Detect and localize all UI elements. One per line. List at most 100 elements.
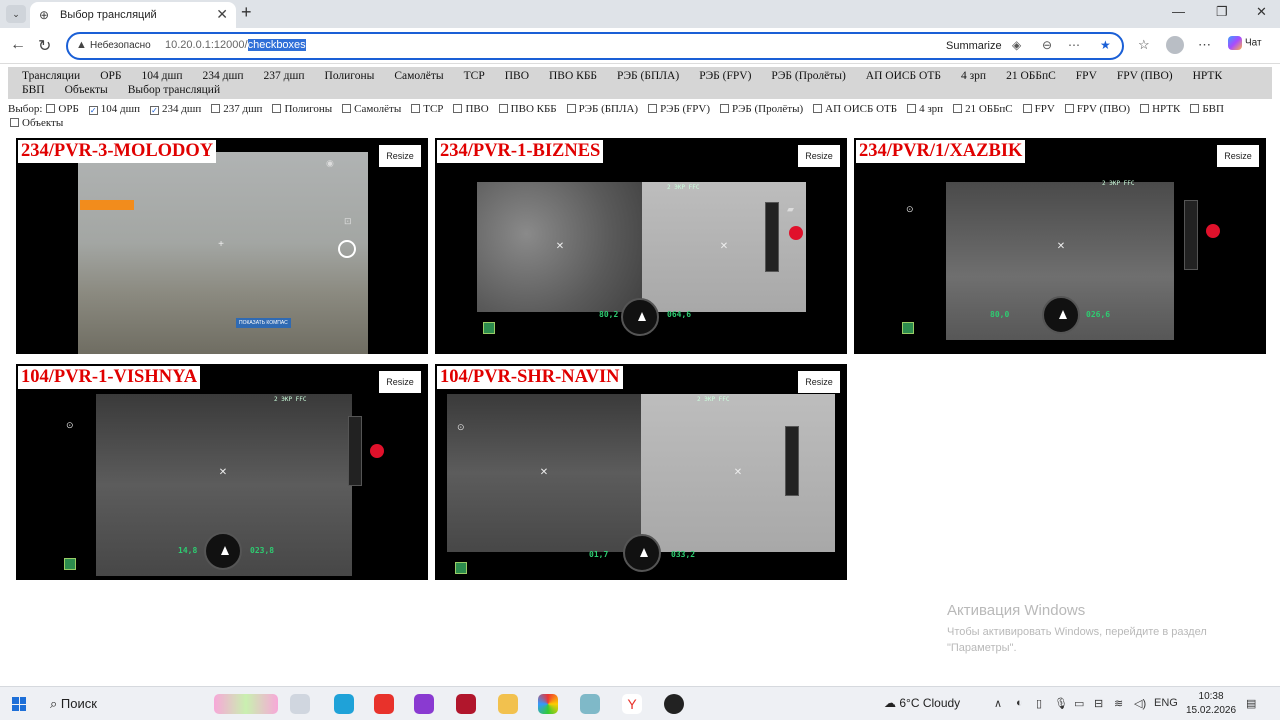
notifications-icon[interactable]: ▤	[1246, 697, 1256, 710]
filter-option[interactable]: Объекты	[8, 116, 63, 130]
checkbox-unchecked[interactable]	[211, 104, 221, 113]
nav-link[interactable]: ОРБ	[100, 69, 121, 83]
nav-link[interactable]: Трансляции	[22, 69, 80, 83]
file-explorer-icon[interactable]	[498, 694, 518, 714]
checkbox-unchecked[interactable]	[411, 104, 421, 113]
language-indicator[interactable]: ENG	[1154, 697, 1178, 709]
checkbox-unchecked[interactable]	[648, 104, 658, 113]
nav-link[interactable]: FPV	[1076, 69, 1097, 83]
stream-tile[interactable]: ПОКАЗАТЬ КОМПАС ◉ ⊡ + 234/PVR-3-MOLODOY …	[16, 138, 428, 354]
volume-icon[interactable]: ◁)	[1134, 697, 1146, 710]
nav-link[interactable]: РЭБ (Пролёты)	[771, 69, 845, 83]
filter-option[interactable]: ПВО КББ	[497, 102, 557, 116]
filter-option[interactable]: ОРБ	[44, 102, 79, 116]
checkbox-unchecked[interactable]	[272, 104, 282, 113]
nav-link[interactable]: 104 дшп	[142, 69, 183, 83]
filter-option[interactable]: АП ОИСБ ОТБ	[811, 102, 897, 116]
filter-option[interactable]: РЭБ (FPV)	[646, 102, 710, 116]
settings-icon[interactable]: ⊙	[906, 204, 914, 215]
resize-button[interactable]: Resize	[798, 371, 840, 393]
filter-option[interactable]: 4 зрп	[905, 102, 943, 116]
camera-icon[interactable]: ⊡	[344, 216, 352, 227]
zoom-slider[interactable]	[765, 202, 779, 272]
nav-link[interactable]: РЭБ (БПЛА)	[617, 69, 679, 83]
record-button[interactable]	[789, 226, 803, 240]
shutter-button[interactable]	[338, 240, 356, 258]
nav-link[interactable]: 234 дшп	[203, 69, 244, 83]
app-purple-icon[interactable]	[414, 694, 434, 714]
filter-option[interactable]: РЭБ (Пролёты)	[718, 102, 803, 116]
nav-link[interactable]: ТСР	[464, 69, 485, 83]
filter-option[interactable]: ✓ 234 дшп	[148, 102, 201, 116]
settings-more-icon[interactable]: ⋯	[1198, 37, 1211, 53]
clock[interactable]: 10:38 15.02.2026	[1186, 690, 1236, 718]
filter-option[interactable]: НРТК	[1138, 102, 1180, 116]
checkbox-checked[interactable]: ✓	[150, 106, 159, 115]
yandex-icon[interactable]	[374, 694, 394, 714]
settings-icon[interactable]: ⊙	[66, 420, 74, 431]
close-tab-icon[interactable]: ✕	[216, 6, 228, 23]
filter-option[interactable]: FPV (ПВО)	[1063, 102, 1130, 116]
nav-link[interactable]: Объекты	[65, 83, 108, 97]
app-teal-icon[interactable]	[580, 694, 600, 714]
nav-link[interactable]: FPV (ПВО)	[1117, 69, 1173, 83]
taskbar-search[interactable]: ⌕ Поиск	[50, 696, 97, 712]
tray-chevron-icon[interactable]: ∧	[994, 697, 1002, 710]
app-dark-icon[interactable]	[664, 694, 684, 714]
checkbox-unchecked[interactable]	[46, 104, 56, 113]
filter-option[interactable]: Самолёты	[340, 102, 401, 116]
checkbox-unchecked[interactable]	[813, 104, 823, 113]
nav-link[interactable]: 237 дшп	[264, 69, 305, 83]
profile-avatar[interactable]	[1166, 36, 1184, 54]
record-button[interactable]	[1206, 224, 1220, 238]
nav-link[interactable]: ПВО	[505, 69, 529, 83]
favorites-icon[interactable]: ☆	[1138, 37, 1150, 53]
show-compass-button[interactable]: ПОКАЗАТЬ КОМПАС	[236, 318, 291, 328]
nav-link[interactable]: Полигоны	[325, 69, 375, 83]
close-window-icon[interactable]: ✕	[1256, 4, 1267, 20]
filter-option[interactable]: 21 ОББпС	[951, 102, 1013, 116]
video-icon[interactable]: ▰	[787, 204, 794, 215]
resize-button[interactable]: Resize	[379, 371, 421, 393]
stream-tile[interactable]: 2 ЭКР FFC ✕ ✕ 80,2 064,6 ▰ 234/PVR-1-BIZ…	[435, 138, 847, 354]
back-icon[interactable]: ←	[10, 36, 26, 54]
summarize-button[interactable]: Summarize	[946, 40, 1002, 52]
chat-button[interactable]: Чат	[1228, 36, 1262, 50]
more-options-icon[interactable]: ⋯	[1068, 38, 1080, 52]
checkbox-unchecked[interactable]	[1140, 104, 1150, 113]
task-view-icon[interactable]	[290, 694, 310, 714]
filter-option[interactable]: РЭБ (БПЛА)	[565, 102, 638, 116]
checkbox-unchecked[interactable]	[498, 104, 508, 113]
checkbox-unchecked[interactable]	[10, 118, 19, 127]
favorite-star-icon[interactable]: ★	[1100, 38, 1111, 52]
filter-option[interactable]: БВП	[1188, 102, 1224, 116]
copilot-page-icon[interactable]: ◈	[1012, 38, 1021, 52]
resize-button[interactable]: Resize	[379, 145, 421, 167]
reload-icon[interactable]: ↻	[38, 36, 51, 56]
minimize-icon[interactable]: —	[1172, 4, 1185, 19]
browser-tab[interactable]: ⊕ Выбор трансляций ✕	[30, 2, 236, 28]
settings-icon[interactable]: ⊙	[457, 422, 465, 433]
drive-icon[interactable]: ⊟	[1094, 697, 1103, 710]
nav-link[interactable]: АП ОИСБ ОТБ	[866, 69, 941, 83]
url-text[interactable]: 10.20.0.1:12000/checkboxes	[165, 39, 306, 51]
nav-link[interactable]: ПВО КББ	[549, 69, 597, 83]
checkbox-unchecked[interactable]	[953, 104, 963, 113]
windows-start-icon[interactable]	[12, 697, 26, 711]
tray-app-icon[interactable]: ◐	[1016, 697, 1023, 709]
yandex-browser-icon[interactable]: Y	[622, 694, 642, 714]
address-bar[interactable]: ▲ Небезопасно 10.20.0.1:12000/checkboxes…	[66, 32, 1124, 60]
new-tab-button[interactable]: +	[241, 2, 252, 23]
tray-device-icon[interactable]: ▯	[1036, 697, 1042, 710]
checkbox-unchecked[interactable]	[566, 104, 576, 113]
nav-link[interactable]: БВП	[22, 83, 45, 97]
stream-tile[interactable]: 2 ЭКР FFC ✕ 14,8 023,8 ⊙ 104/PVR-1-VISHN…	[16, 364, 428, 580]
resize-button[interactable]: Resize	[1217, 145, 1259, 167]
resize-button[interactable]: Resize	[798, 145, 840, 167]
nav-link[interactable]: Самолёты	[394, 69, 443, 83]
tab-actions-button[interactable]: ⌄	[6, 5, 26, 23]
checkbox-unchecked[interactable]	[907, 104, 917, 113]
checkbox-checked[interactable]: ✓	[88, 106, 98, 115]
nav-link[interactable]: Выбор трансляций	[128, 83, 220, 97]
filter-option[interactable]: Полигоны	[270, 102, 332, 116]
